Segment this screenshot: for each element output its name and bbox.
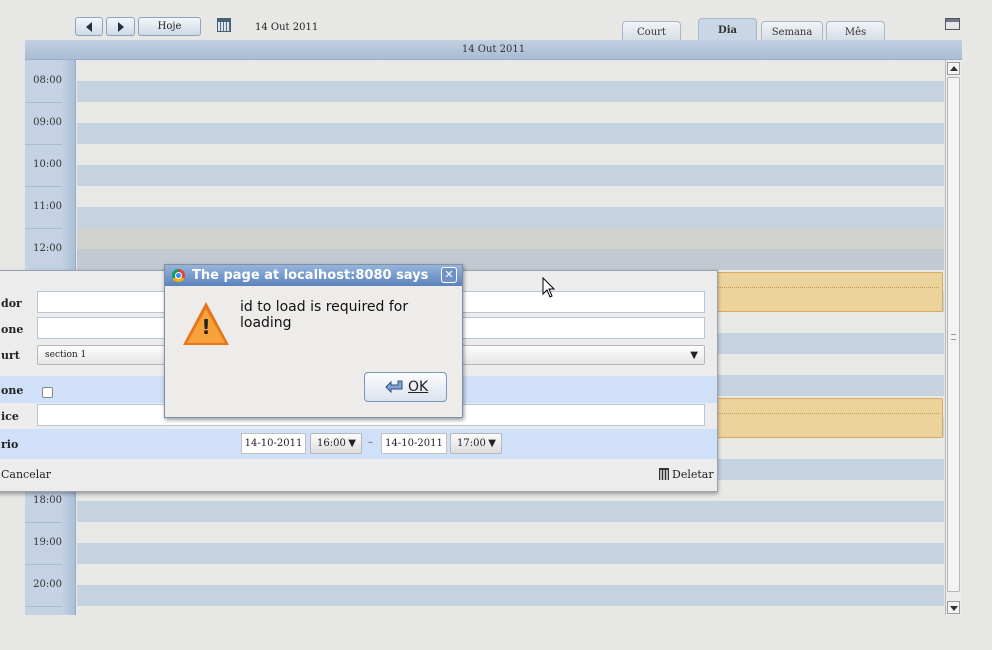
form-label: urt bbox=[1, 349, 20, 362]
time-label: 20:00 bbox=[33, 579, 62, 590]
tab-court[interactable]: Court bbox=[622, 21, 681, 40]
start-time-value: 16:00 bbox=[317, 438, 346, 449]
delete-label: Deletar bbox=[672, 468, 714, 481]
delete-button[interactable]: Deletar bbox=[659, 468, 714, 481]
today-button[interactable]: Hoje bbox=[138, 17, 201, 36]
form-label: one bbox=[1, 323, 24, 336]
day-header: 14 Out 2011 bbox=[25, 40, 962, 60]
time-slot[interactable] bbox=[77, 522, 944, 543]
time-slot[interactable] bbox=[77, 585, 944, 606]
time-label: 08:00 bbox=[33, 75, 62, 86]
hour-divider bbox=[25, 522, 62, 523]
mouse-cursor-icon bbox=[542, 277, 556, 298]
close-icon[interactable]: ✕ bbox=[441, 267, 457, 283]
dialog-title: The page at localhost:8080 says bbox=[192, 268, 429, 283]
hour-divider bbox=[25, 144, 62, 145]
time-label: 19:00 bbox=[33, 537, 62, 548]
form-label: dor bbox=[1, 297, 22, 310]
time-label: 18:00 bbox=[33, 495, 62, 506]
time-slot[interactable] bbox=[77, 60, 944, 81]
current-date: 14 Out 2011 bbox=[255, 22, 319, 33]
dialog-message: id to load is required for loading bbox=[240, 299, 409, 331]
ok-label: OK bbox=[408, 379, 429, 395]
range-separator: – bbox=[368, 437, 373, 448]
hour-divider bbox=[25, 228, 62, 229]
time-slot[interactable] bbox=[77, 186, 944, 207]
court-select-value: section 1 bbox=[45, 350, 87, 360]
exclamation-icon: ! bbox=[201, 315, 211, 339]
time-slot[interactable] bbox=[77, 228, 944, 249]
form-label: one bbox=[1, 384, 24, 397]
chevron-down-icon: ▼ bbox=[690, 350, 698, 361]
time-label: 11:00 bbox=[33, 201, 62, 212]
time-slot[interactable] bbox=[77, 543, 944, 564]
dialog-titlebar: The page at localhost:8080 says ✕ bbox=[165, 265, 462, 286]
hour-divider bbox=[25, 606, 62, 607]
prev-button[interactable] bbox=[75, 17, 103, 36]
grip-icon bbox=[951, 334, 956, 340]
chrome-icon bbox=[172, 269, 185, 282]
alert-dialog: The page at localhost:8080 says ✕ ! id t… bbox=[164, 264, 463, 418]
end-time-value: 17:00 bbox=[457, 438, 486, 449]
chevron-down-icon: ▼ bbox=[488, 438, 496, 449]
time-label: 12:00 bbox=[33, 243, 62, 254]
vertical-scrollbar[interactable] bbox=[945, 60, 961, 615]
return-arrow-icon bbox=[385, 380, 403, 393]
time-slot[interactable] bbox=[77, 501, 944, 522]
start-date-field[interactable]: 14-10-2011 bbox=[241, 433, 306, 454]
tab-semana[interactable]: Semana bbox=[761, 21, 823, 40]
arrow-down-icon bbox=[950, 606, 958, 611]
form-checkbox[interactable] bbox=[42, 387, 53, 398]
time-slot[interactable] bbox=[77, 564, 944, 585]
time-label: 10:00 bbox=[33, 159, 62, 170]
print-icon[interactable] bbox=[945, 18, 960, 30]
hour-divider bbox=[25, 186, 62, 187]
cancel-link[interactable]: Cancelar bbox=[1, 468, 51, 481]
time-slot[interactable] bbox=[77, 81, 944, 102]
calendar-icon[interactable] bbox=[217, 18, 231, 32]
time-slot[interactable] bbox=[77, 606, 944, 615]
time-label: 09:00 bbox=[33, 117, 62, 128]
time-slot[interactable] bbox=[77, 102, 944, 123]
triangle-right-icon bbox=[117, 21, 124, 32]
end-time-select[interactable]: 17:00 ▼ bbox=[450, 433, 502, 454]
form-label: rio bbox=[1, 438, 19, 451]
form-row: rio 14-10-2011 16:00 ▼ – 14-10-2011 17:0… bbox=[0, 429, 717, 459]
scroll-thumb[interactable] bbox=[947, 77, 960, 592]
triangle-left-icon bbox=[86, 21, 92, 32]
scroll-up-button[interactable] bbox=[947, 62, 960, 75]
time-slot[interactable] bbox=[77, 207, 944, 228]
arrow-up-icon bbox=[950, 66, 958, 71]
scroll-down-button[interactable] bbox=[947, 601, 960, 614]
time-slot[interactable] bbox=[77, 144, 944, 165]
trash-icon bbox=[659, 468, 669, 480]
ok-button[interactable]: OK bbox=[364, 372, 447, 402]
next-button[interactable] bbox=[106, 17, 135, 36]
tab-dia[interactable]: Dia bbox=[698, 18, 757, 40]
form-label: ice bbox=[1, 410, 19, 423]
hour-divider bbox=[25, 564, 62, 565]
time-slot[interactable] bbox=[77, 165, 944, 186]
chevron-down-icon: ▼ bbox=[348, 438, 356, 449]
end-date-field[interactable]: 14-10-2011 bbox=[381, 433, 447, 454]
tab-mes[interactable]: Mês bbox=[826, 21, 885, 40]
start-time-select[interactable]: 16:00 ▼ bbox=[310, 433, 362, 454]
time-slot[interactable] bbox=[77, 123, 944, 144]
hour-divider bbox=[25, 102, 62, 103]
